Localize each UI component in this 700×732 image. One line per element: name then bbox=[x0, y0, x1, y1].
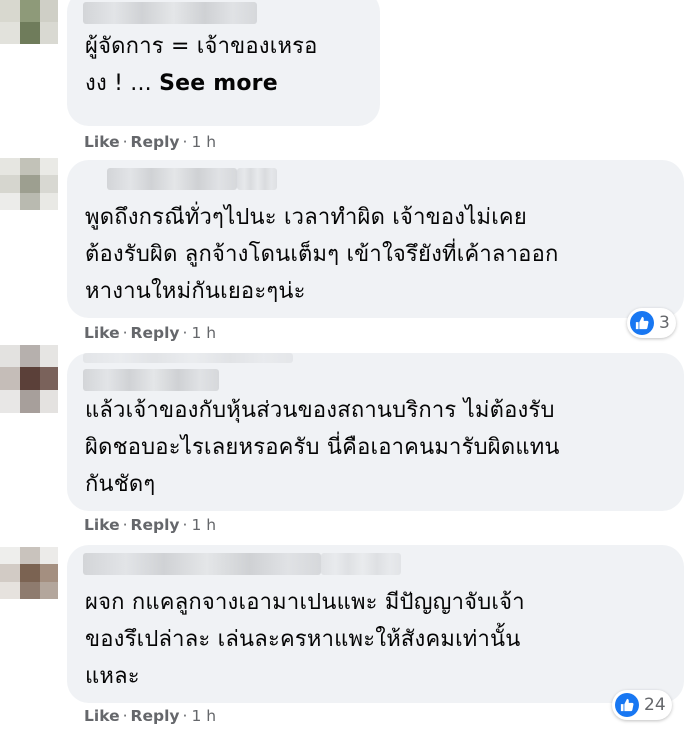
avatar[interactable] bbox=[0, 158, 58, 210]
comment-actions: Like · Reply · 1 h bbox=[84, 324, 217, 342]
timestamp[interactable]: 1 h bbox=[191, 133, 216, 151]
avatar[interactable] bbox=[0, 345, 58, 413]
see-more-link[interactable]: See more bbox=[159, 71, 278, 96]
comment-bubble: ผจก กแคลูกจางเอามาเปนแพะ มีปัญญาจับเจ้า … bbox=[67, 545, 684, 703]
like-link[interactable]: Like bbox=[84, 133, 120, 151]
like-link[interactable]: Like bbox=[84, 516, 120, 534]
avatar[interactable] bbox=[0, 547, 58, 599]
comment-bubble: แล้วเจ้าของกับหุ้นส่วนของสถานบริการ ไม่ต… bbox=[67, 353, 684, 511]
comment-actions: Like · Reply · 1 h bbox=[84, 133, 217, 151]
comment-actions: Like · Reply · 1 h bbox=[84, 707, 217, 725]
comment-text: ผจก กแคลูกจางเอามาเปนแพะ มีปัญญาจับเจ้า … bbox=[85, 590, 525, 689]
comment-text: ผู้จัดการ = เจ้าของเหรอ งง ! ... See mor… bbox=[85, 34, 318, 96]
like-link[interactable]: Like bbox=[84, 707, 120, 725]
reply-link[interactable]: Reply bbox=[131, 133, 180, 151]
author-name[interactable] bbox=[83, 369, 219, 391]
reaction-count: 24 bbox=[644, 695, 666, 715]
like-link[interactable]: Like bbox=[84, 324, 120, 342]
author-name[interactable] bbox=[107, 168, 237, 190]
author-name[interactable] bbox=[83, 2, 257, 24]
reaction-summary[interactable]: 24 bbox=[612, 690, 672, 720]
timestamp[interactable]: 1 h bbox=[191, 324, 216, 342]
like-icon bbox=[630, 311, 654, 335]
timestamp[interactable]: 1 h bbox=[191, 516, 216, 534]
reply-link[interactable]: Reply bbox=[131, 516, 180, 534]
like-icon bbox=[615, 693, 639, 717]
reaction-summary[interactable]: 3 bbox=[627, 308, 676, 338]
comment-bubble: พูดถึงกรณีทั่วๆไปนะ เวลาทำผิด เจ้าของไม่… bbox=[67, 160, 684, 318]
comment-text: พูดถึงกรณีทั่วๆไปนะ เวลาทำผิด เจ้าของไม่… bbox=[85, 205, 559, 304]
reply-link[interactable]: Reply bbox=[131, 707, 180, 725]
comment-text: แล้วเจ้าของกับหุ้นส่วนของสถานบริการ ไม่ต… bbox=[85, 398, 560, 497]
comment-actions: Like · Reply · 1 h bbox=[84, 516, 217, 534]
author-name[interactable] bbox=[83, 553, 321, 575]
reply-link[interactable]: Reply bbox=[131, 324, 180, 342]
timestamp[interactable]: 1 h bbox=[191, 707, 216, 725]
comment-bubble: ผู้จัดการ = เจ้าของเหรอ งง ! ... See mor… bbox=[67, 0, 380, 126]
reaction-count: 3 bbox=[659, 313, 670, 333]
avatar[interactable] bbox=[0, 0, 58, 44]
